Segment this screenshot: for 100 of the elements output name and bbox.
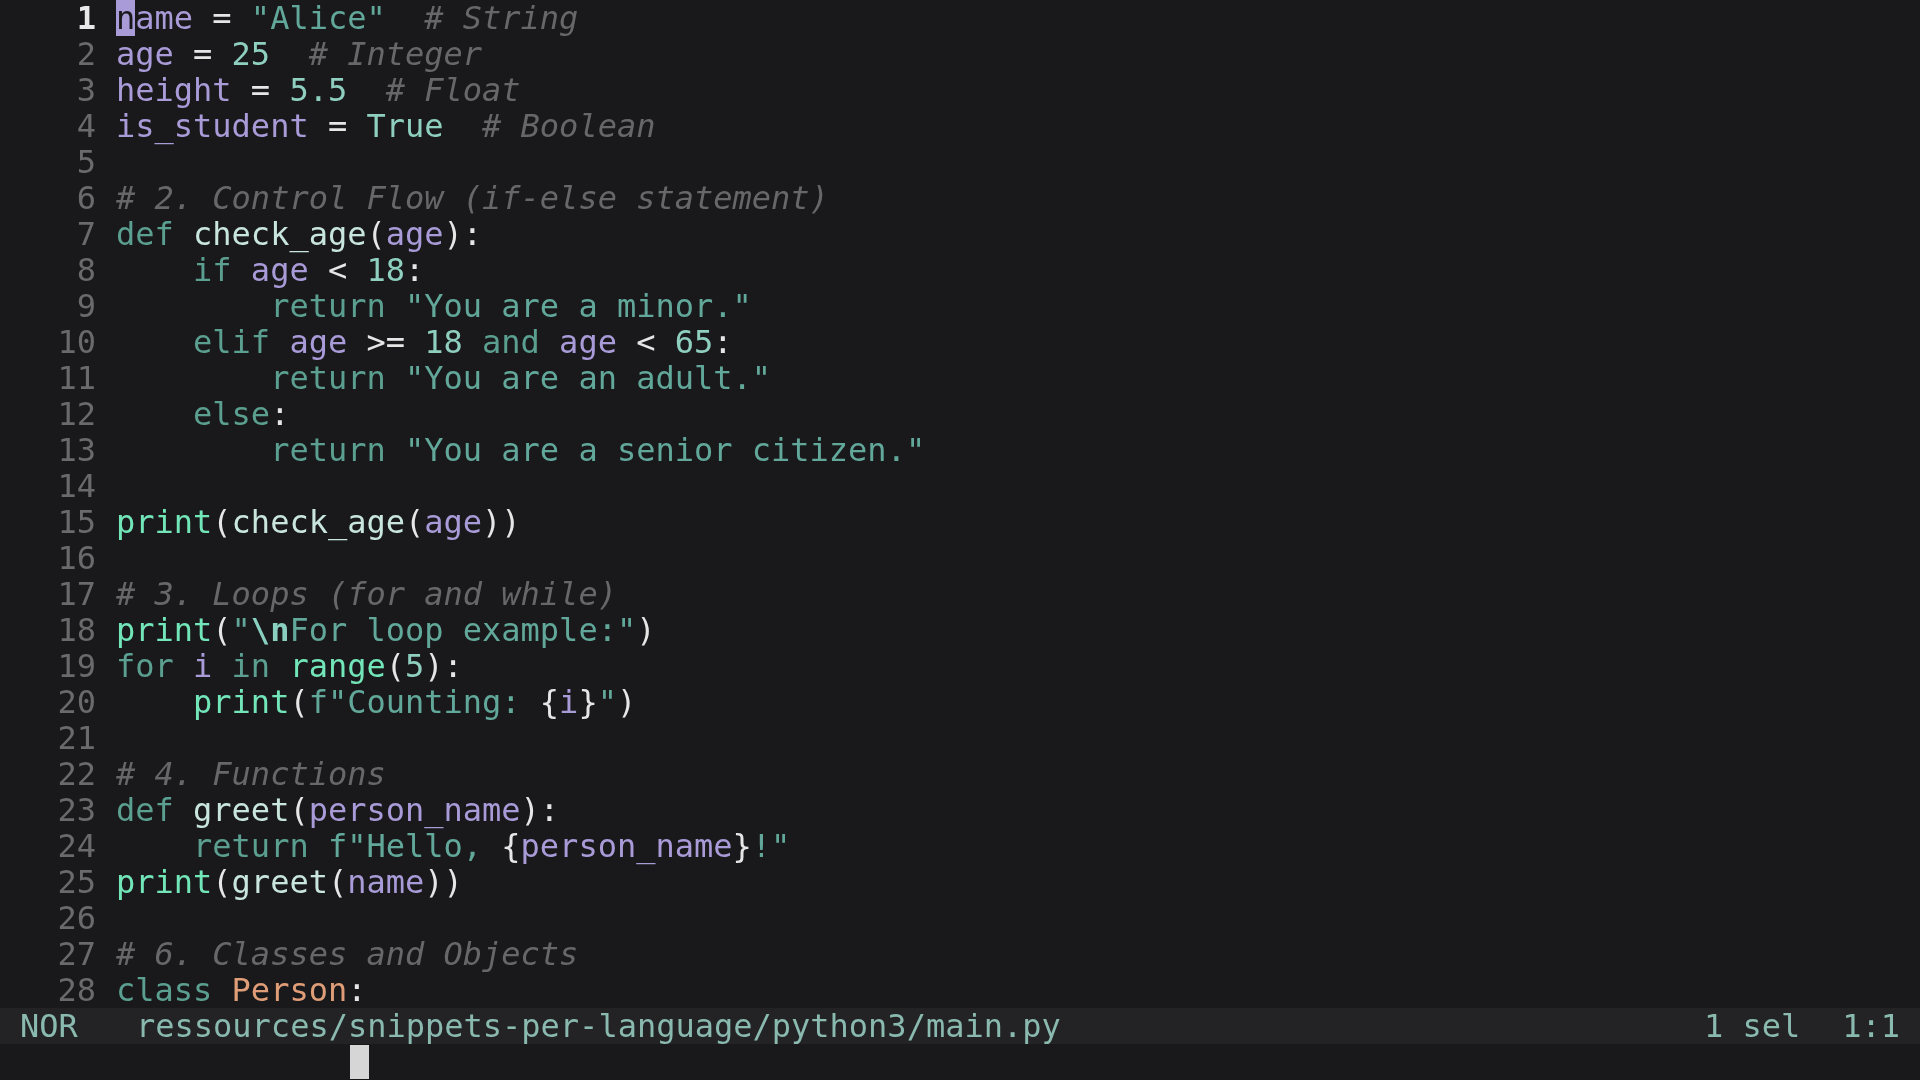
punctuation: ) xyxy=(636,612,656,648)
file-path: ressources/snippets-per-language/python3/main.py xyxy=(136,1008,1061,1044)
cursor-character: n xyxy=(116,0,136,36)
variable-name: age xyxy=(558,324,617,360)
string-literal: f"Hello, xyxy=(327,828,483,864)
builtin-function: print xyxy=(116,612,213,648)
punctuation: ( xyxy=(289,792,309,828)
number-literal: 65 xyxy=(673,324,714,360)
punctuation: ): xyxy=(520,792,560,828)
line-number: 24 xyxy=(57,828,96,864)
line-number: 26 xyxy=(57,900,96,936)
line-number: 14 xyxy=(57,468,96,504)
keyword: for xyxy=(116,648,174,684)
operator: >= xyxy=(365,324,405,360)
variable-name: age xyxy=(250,252,309,288)
builtin-function: range xyxy=(288,648,386,684)
punctuation: { xyxy=(539,684,560,720)
operator: = xyxy=(211,0,232,36)
variable-name: i xyxy=(193,648,213,684)
variable-name: name xyxy=(347,864,425,900)
line-number: 3 xyxy=(76,72,96,108)
punctuation: } xyxy=(578,684,598,720)
punctuation: ): xyxy=(424,648,463,684)
keyword: def xyxy=(116,792,174,828)
line-number: 28 xyxy=(57,972,96,1008)
variable-name: height xyxy=(116,72,232,108)
punctuation: : xyxy=(347,972,367,1008)
builtin-function: print xyxy=(116,864,213,900)
punctuation: : xyxy=(713,324,733,360)
code-comment: # 6. Classes and Objects xyxy=(116,936,579,972)
punctuation: { xyxy=(501,828,521,864)
line-number: 19 xyxy=(57,648,96,684)
keyword: else xyxy=(192,396,271,432)
number-literal: 18 xyxy=(423,324,463,360)
line-number: 11 xyxy=(57,360,96,396)
class-name: Person xyxy=(230,972,348,1008)
variable-name: is_student xyxy=(116,108,309,144)
string-literal: "Alice" xyxy=(249,0,386,36)
line-number: 13 xyxy=(57,432,96,468)
punctuation: ): xyxy=(443,216,483,252)
line-number: 4 xyxy=(76,108,96,144)
string-literal: " xyxy=(597,684,617,720)
variable-name: age xyxy=(116,36,174,72)
operator: = xyxy=(326,108,348,144)
punctuation: ( xyxy=(212,864,232,900)
keyword: return xyxy=(270,288,386,324)
function-name: check_age xyxy=(231,504,405,540)
mode-indicator: NOR xyxy=(19,1008,79,1044)
punctuation: )) xyxy=(482,504,521,540)
keyword: in xyxy=(230,648,271,684)
number-literal: 25 xyxy=(230,36,271,72)
function-name: check_age xyxy=(192,216,367,252)
variable-name: age xyxy=(385,216,444,252)
line-number: 10 xyxy=(57,324,96,360)
escape-sequence: \n xyxy=(250,612,290,648)
selection-count: 1 sel xyxy=(1703,1008,1801,1044)
keyword: elif xyxy=(192,324,271,360)
builtin-function: print xyxy=(192,684,290,720)
punctuation: } xyxy=(732,828,752,864)
punctuation: )) xyxy=(424,864,463,900)
line-number: 27 xyxy=(57,936,96,972)
line-number: 15 xyxy=(57,504,96,540)
string-literal: f"Counting: xyxy=(308,684,522,720)
operator: < xyxy=(327,252,348,288)
string-literal: For loop example:" xyxy=(289,612,637,648)
keyword: def xyxy=(116,216,174,252)
line-number: 7 xyxy=(76,216,96,252)
line-number: 17 xyxy=(57,576,96,612)
variable-name: person_name xyxy=(520,828,733,864)
variable-name: i xyxy=(559,684,579,720)
keyword: return xyxy=(269,432,386,468)
punctuation: ( xyxy=(289,684,309,720)
number-literal: 5 xyxy=(405,648,425,684)
operator: = xyxy=(249,72,271,108)
string-literal: " xyxy=(231,612,251,648)
punctuation: ) xyxy=(616,684,637,720)
line-number: 18 xyxy=(57,612,96,648)
variable-name: person_name xyxy=(308,792,521,828)
number-literal: 18 xyxy=(365,252,405,288)
line-number: 20 xyxy=(57,684,96,720)
variable-name: ame xyxy=(135,0,194,36)
punctuation: ( xyxy=(212,504,232,540)
code-comment: # Float xyxy=(385,72,521,108)
line-number: 12 xyxy=(57,396,96,432)
line-number: 22 xyxy=(57,756,96,792)
code-comment: # 2. Control Flow (if-else statement) xyxy=(116,180,829,216)
keyword: class xyxy=(116,972,213,1008)
code-comment: # 3. Loops (for and while) xyxy=(116,576,617,612)
variable-name: age xyxy=(288,324,348,360)
punctuation: ( xyxy=(212,612,232,648)
number-literal: 5.5 xyxy=(288,72,348,108)
operator: = xyxy=(192,36,213,72)
line-number: 23 xyxy=(57,792,96,828)
operator: < xyxy=(635,324,656,360)
keyword: and xyxy=(481,324,540,360)
string-literal: "You are an adult." xyxy=(404,360,772,396)
line-number: 8 xyxy=(76,252,96,288)
line-number: 6 xyxy=(76,180,96,216)
line-number: 21 xyxy=(57,720,96,756)
line-number: 5 xyxy=(76,144,96,180)
